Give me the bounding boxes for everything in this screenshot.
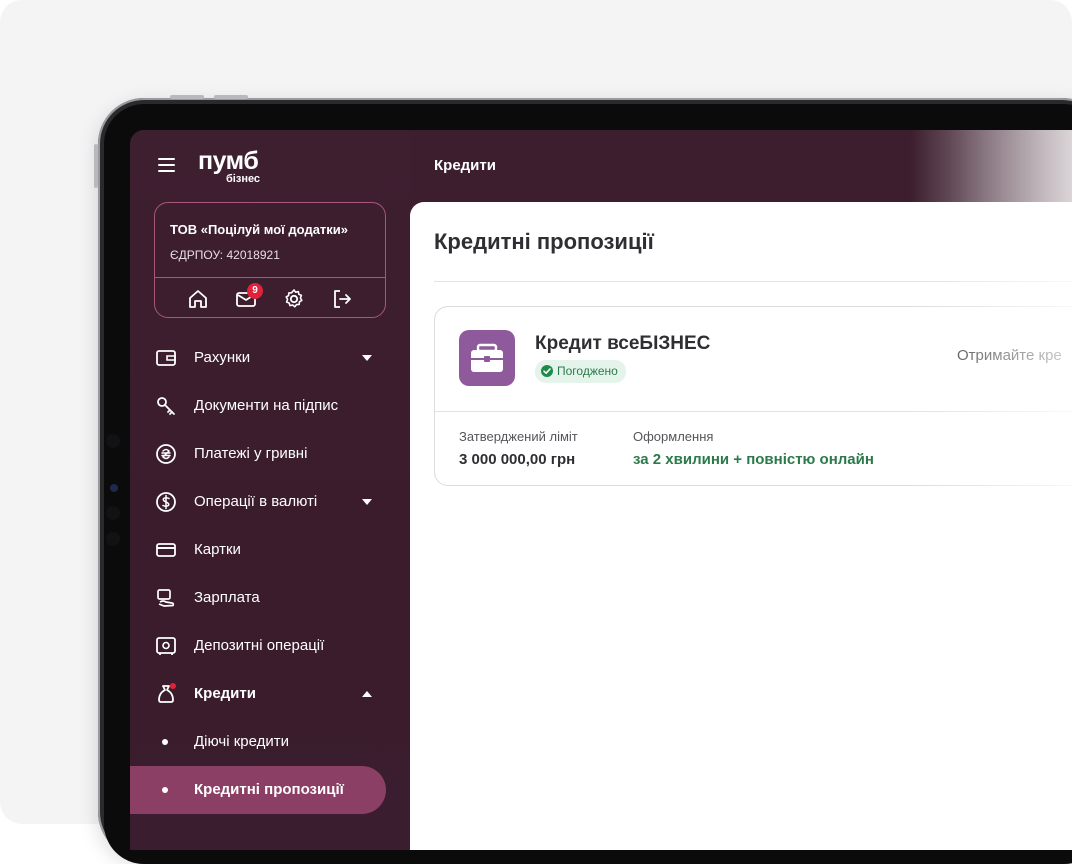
sidebar-item-label: Кредити xyxy=(194,685,256,702)
chevron-up-icon xyxy=(362,691,372,697)
divider xyxy=(434,281,1072,282)
offer-name: Кредит всеБІЗНЕС xyxy=(535,333,711,354)
briefcase-icon xyxy=(459,330,515,386)
gear-icon[interactable] xyxy=(282,287,306,311)
home-icon[interactable] xyxy=(186,287,210,311)
sidebar-item-credits[interactable]: Кредити xyxy=(130,670,410,718)
hryvnia-icon xyxy=(154,442,178,466)
key-icon xyxy=(154,394,178,418)
sidebar-item-label: Кредитні пропозиції xyxy=(194,781,344,798)
chevron-down-icon xyxy=(362,355,372,361)
wallet-icon xyxy=(154,346,178,370)
camera-dot xyxy=(110,484,118,492)
sidebar-item-deposits[interactable]: Депозитні операції xyxy=(130,622,410,670)
sidebar-item-label: Операції в валюті xyxy=(194,493,318,510)
company-name: ТОВ «Поцілуй мої додатки» xyxy=(170,222,349,237)
safe-icon xyxy=(154,634,178,658)
limit-value: 3 000 000,00 грн xyxy=(459,451,576,468)
main-content: Кредитні пропозиції Кредит всеБІЗНЕС Пог… xyxy=(410,202,1072,850)
sensor-dot xyxy=(106,506,120,520)
top-bar: пумб бізнес Кредити xyxy=(130,130,1072,202)
chevron-down-icon xyxy=(362,499,372,505)
limit-label: Затверджений ліміт xyxy=(459,429,578,444)
sidebar-subitem-active-credits[interactable]: Діючі кредити xyxy=(130,718,410,766)
dollar-icon xyxy=(154,490,178,514)
sidebar-item-salary[interactable]: Зарплата xyxy=(130,574,410,622)
sidebar-item-label: Картки xyxy=(194,541,241,558)
logout-icon[interactable] xyxy=(330,287,354,311)
sidebar-item-label: Депозитні операції xyxy=(194,637,325,654)
process-value: за 2 хвилини + повністю онлайн xyxy=(633,451,874,468)
logo-subtitle: бізнес xyxy=(226,173,261,185)
menu-icon[interactable] xyxy=(158,158,175,172)
sidebar-item-cards[interactable]: Картки xyxy=(130,526,410,574)
side-button xyxy=(94,144,98,188)
sidebar-subitem-credit-offers[interactable]: Кредитні пропозиції xyxy=(130,766,410,814)
divider xyxy=(435,411,1072,412)
sidebar-item-accounts[interactable]: Рахунки xyxy=(130,334,410,382)
page-heading: Кредити xyxy=(434,157,496,174)
app-screen: пумб бізнес Кредити ТОВ «Поцілуй мої дод… xyxy=(130,130,1072,850)
bullet-icon xyxy=(162,787,168,793)
sensor-dot xyxy=(106,532,120,546)
sidebar-item-label: Документи на підпис xyxy=(194,397,339,414)
page-title: Кредитні пропозиції xyxy=(434,229,654,254)
process-label: Оформлення xyxy=(633,429,714,444)
sidebar-item-label: Зарплата xyxy=(194,589,260,606)
volume-button xyxy=(170,95,204,99)
quick-actions: 9 xyxy=(155,283,385,311)
offer-card[interactable]: Кредит всеБІЗНЕС Погоджено Отримайте кре… xyxy=(434,306,1072,486)
logo[interactable]: пумб xyxy=(198,147,259,175)
sidebar-item-documents[interactable]: Документи на підпис xyxy=(130,382,410,430)
company-card: ТОВ «Поцілуй мої додатки» ЄДРПОУ: 420189… xyxy=(154,202,386,318)
status-text: Погоджено xyxy=(557,364,618,378)
salary-icon xyxy=(154,586,178,610)
sidebar-item-label: Рахунки xyxy=(194,349,251,366)
divider xyxy=(155,277,385,278)
offer-cta[interactable]: Отримайте кре xyxy=(957,347,1062,364)
status-badge: Погоджено xyxy=(535,360,626,383)
power-button xyxy=(214,95,248,99)
mail-badge: 9 xyxy=(247,283,263,299)
sidebar-item-fx-operations[interactable]: Операції в валюті xyxy=(130,478,410,526)
card-icon xyxy=(154,538,178,562)
sidebar-item-label: Діючі кредити xyxy=(194,733,290,750)
sidebar-item-uah-payments[interactable]: Платежі у гривні xyxy=(130,430,410,478)
company-code: ЄДРПОУ: 42018921 xyxy=(170,248,280,262)
bullet-icon xyxy=(162,739,168,745)
check-icon xyxy=(541,365,553,377)
money-bag-icon xyxy=(154,682,178,706)
sidebar-item-label: Платежі у гривні xyxy=(194,445,308,462)
sensor-dot xyxy=(106,434,120,448)
